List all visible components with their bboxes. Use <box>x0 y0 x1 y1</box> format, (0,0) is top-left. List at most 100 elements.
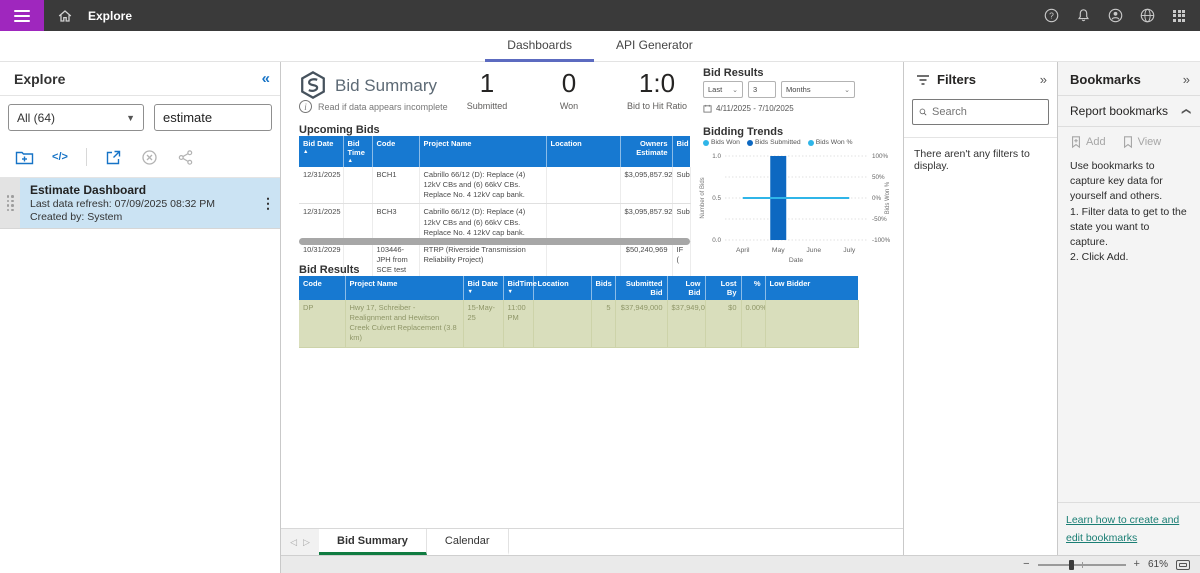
kpi-submitted: 1 Submitted <box>447 68 527 111</box>
dashboard-item-refresh: Last data refresh: 07/09/2025 08:32 PM <box>30 198 245 210</box>
filters-search-input[interactable] <box>932 106 1042 118</box>
table-row[interactable]: 12/31/2025BCH3Cabrillo 66/12 (D): Replac… <box>299 204 690 241</box>
column-header[interactable]: Bid Date▼ <box>463 276 503 300</box>
tab-dashboards[interactable]: Dashboards <box>485 31 594 62</box>
expand-panel-icon[interactable]: » <box>1183 72 1190 87</box>
period-value-input[interactable] <box>748 81 776 98</box>
info-icon: i <box>299 100 312 113</box>
svg-text:July: July <box>843 247 856 254</box>
code-view-button[interactable]: </> <box>50 147 70 167</box>
drag-dots-icon <box>7 195 14 211</box>
collection-dropdown[interactable]: All (64) ▼ <box>8 104 144 131</box>
svg-text:?: ? <box>1049 11 1054 21</box>
chevron-down-icon: ⌄ <box>732 86 738 94</box>
legend-item: Bids Won % <box>808 139 853 146</box>
column-header[interactable]: Low Bidder <box>765 276 858 300</box>
column-header[interactable]: Owners Estimate <box>620 136 672 167</box>
period-unit-dropdown[interactable]: Months ⌄ <box>781 81 855 98</box>
app-title: Explore <box>88 9 132 23</box>
open-in-new-button[interactable] <box>103 147 123 167</box>
legend-dot-icon <box>703 140 709 146</box>
apps-grid-icon <box>1173 10 1185 22</box>
column-header[interactable]: Location <box>533 276 591 300</box>
help-icon: ? <box>1043 7 1060 24</box>
legend-item: Bids Won <box>703 139 740 146</box>
table-row[interactable]: 12/31/2025BCH1Cabrillo 66/12 (D): Replac… <box>299 167 690 204</box>
filters-panel: Filters » There aren't any filters to di… <box>903 62 1057 555</box>
view-bookmarks-button[interactable]: View <box>1122 135 1162 149</box>
top-bar: Explore ? <box>0 0 1200 31</box>
collapse-section-icon[interactable]: ❯ <box>1181 107 1192 115</box>
column-header[interactable]: Bids <box>591 276 615 300</box>
column-header[interactable]: Submitted Bid <box>615 276 667 300</box>
new-folder-button[interactable] <box>14 147 34 167</box>
tab-api-generator[interactable]: API Generator <box>594 31 715 62</box>
svg-text:1.0: 1.0 <box>712 153 721 160</box>
column-header[interactable]: Location <box>546 136 620 167</box>
kpi-bid-to-hit-ratio: 1:0 Bid to Hit Ratio <box>607 68 707 111</box>
folder-plus-icon <box>15 149 34 165</box>
fit-to-page-button[interactable] <box>1176 560 1190 570</box>
column-header[interactable]: Project Name <box>345 276 463 300</box>
zoom-out-button[interactable]: − <box>1023 559 1029 570</box>
bookmarks-panel: Bookmarks » Report bookmarks ❯ Add View … <box>1057 62 1200 555</box>
column-header[interactable]: BidTime▼ <box>503 276 533 300</box>
drag-handle[interactable] <box>0 178 20 228</box>
legend-dot-icon <box>808 140 814 146</box>
zoom-slider[interactable] <box>1038 564 1126 566</box>
period-type-dropdown[interactable]: Last ⌄ <box>703 81 743 98</box>
bidding-trends-title: Bidding Trends <box>703 126 783 138</box>
notifications-button[interactable] <box>1074 7 1092 25</box>
table-row[interactable]: DPHwy 17, Schreiber - Realignment and He… <box>299 300 858 347</box>
column-header[interactable]: Bid Time▲ <box>343 136 372 167</box>
filters-panel-title: Filters <box>937 72 976 87</box>
expand-panel-icon[interactable]: » <box>1040 72 1047 87</box>
chevron-down-icon: ▼ <box>126 113 135 123</box>
report-info-note[interactable]: i Read if data appears incomplete <box>299 100 448 113</box>
zoom-slider-thumb[interactable] <box>1069 560 1074 570</box>
divider <box>86 148 87 166</box>
bookmarks-footer: Learn how to create and edit bookmarks <box>1058 502 1200 555</box>
column-header[interactable]: Bid <box>672 136 690 167</box>
zoom-in-button[interactable]: + <box>1134 559 1140 570</box>
column-header[interactable]: Low Bid <box>667 276 705 300</box>
column-header[interactable]: Code <box>299 276 345 300</box>
home-button[interactable] <box>56 7 74 25</box>
learn-bookmarks-link[interactable]: Learn how to create and edit bookmarks <box>1066 514 1179 544</box>
svg-text:0.5: 0.5 <box>712 195 721 202</box>
help-button[interactable]: ? <box>1042 7 1060 25</box>
main-nav-tabs: Dashboards API Generator <box>0 31 1200 62</box>
column-header[interactable]: Bid Date▲ <box>299 136 343 167</box>
cancel-button[interactable] <box>139 147 159 167</box>
column-header[interactable]: % <box>741 276 765 300</box>
column-header[interactable]: Project Name <box>419 136 546 167</box>
column-header[interactable]: Lost By <box>705 276 741 300</box>
share-button[interactable] <box>175 147 195 167</box>
prev-page-arrow[interactable]: ◁ <box>290 537 297 548</box>
next-page-arrow[interactable]: ▷ <box>303 537 310 548</box>
sort-desc-icon: ▼ <box>468 289 499 295</box>
language-button[interactable] <box>1138 7 1156 25</box>
apps-menu-button[interactable] <box>1170 7 1188 25</box>
column-header[interactable]: Code <box>372 136 419 167</box>
bookmarks-instructions: Use bookmarks to capture key data for yo… <box>1058 157 1200 266</box>
collapse-panel-icon[interactable]: « <box>262 70 268 87</box>
bidding-trends-chart: -100%-50%0%50%100%0.00.51.0AprilMayJuneJ… <box>695 148 895 266</box>
hamburger-menu-button[interactable] <box>0 0 44 31</box>
top-bar-actions: ? <box>1042 7 1200 25</box>
page-tab-bid-summary[interactable]: Bid Summary <box>319 529 427 555</box>
account-button[interactable] <box>1106 7 1124 25</box>
svg-text:Number of Bids: Number of Bids <box>700 177 706 218</box>
bid-results-filter-title: Bid Results <box>703 67 764 79</box>
legend-dot-icon <box>747 140 753 146</box>
explore-search-input[interactable] <box>154 104 272 131</box>
bookmark-icon <box>1122 135 1134 149</box>
dashboard-list-item[interactable]: Estimate Dashboard Last data refresh: 07… <box>0 178 280 229</box>
horizontal-scrollbar[interactable] <box>299 238 690 245</box>
add-bookmark-button[interactable]: Add <box>1070 135 1106 149</box>
filters-search-box[interactable] <box>912 99 1049 125</box>
bid-results-table: CodeProject NameBid Date▼BidTime▼Locatio… <box>299 276 859 348</box>
item-menu-button[interactable]: ⋮ <box>256 178 280 228</box>
sort-desc-icon: ▼ <box>508 289 529 295</box>
page-tab-calendar[interactable]: Calendar <box>427 529 509 555</box>
